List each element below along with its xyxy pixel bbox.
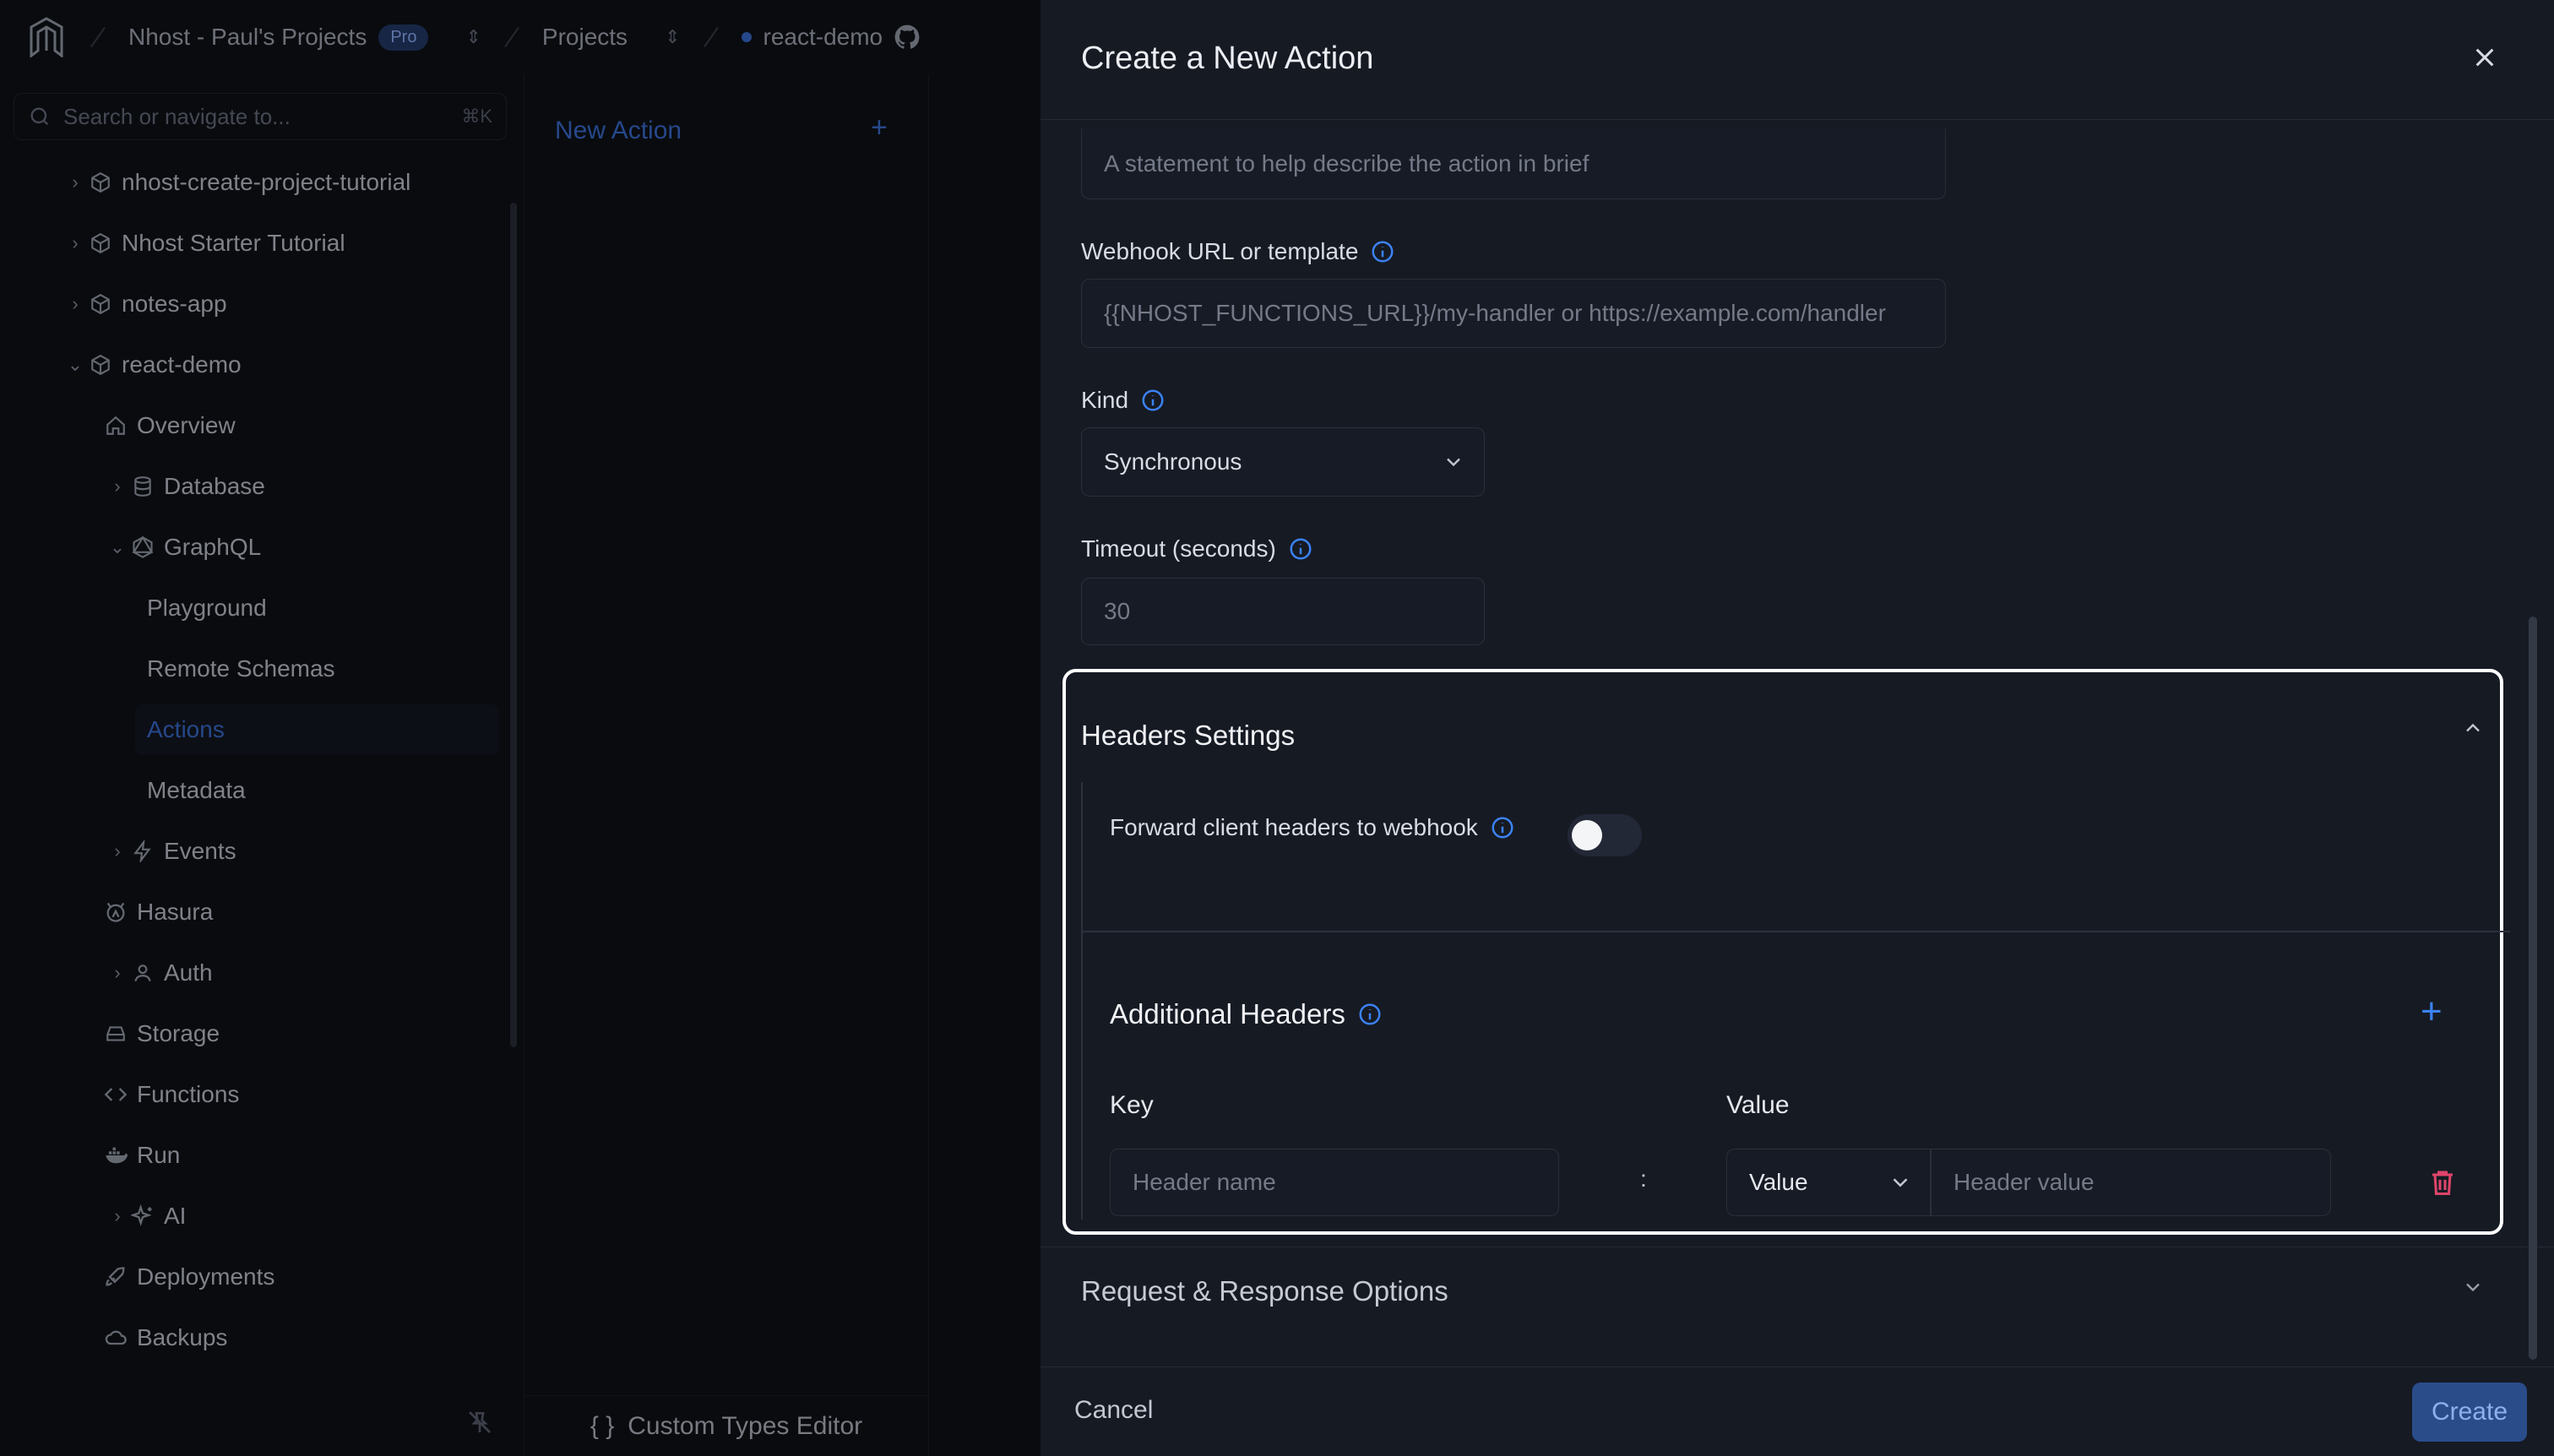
- create-button[interactable]: Create: [2412, 1383, 2527, 1442]
- drawer-header: Create a New Action: [1041, 0, 2554, 120]
- create-action-drawer: Create a New Action A statement to help …: [1041, 0, 2554, 1456]
- chevron-down-icon: [1447, 458, 1460, 467]
- description-input[interactable]: A statement to help describe the action …: [1081, 128, 1946, 199]
- drawer-title: Create a New Action: [1081, 41, 1374, 76]
- key-column-header: Key: [1110, 1091, 1154, 1119]
- cancel-button[interactable]: Cancel: [1074, 1396, 1153, 1425]
- add-header-button[interactable]: +: [2421, 993, 2443, 1030]
- timeout-label: Timeout (seconds): [1081, 535, 1313, 562]
- chevron-down-icon[interactable]: [2461, 1275, 2485, 1306]
- additional-headers-title: Additional Headers: [1110, 998, 1345, 1030]
- webhook-label-text: Webhook URL or template: [1081, 238, 1359, 264]
- section-divider: [1083, 931, 2510, 932]
- trash-icon[interactable]: [2427, 1167, 2458, 1198]
- kind-select[interactable]: Synchronous: [1081, 427, 1485, 497]
- forward-headers-toggle[interactable]: [1568, 814, 1642, 856]
- info-icon[interactable]: [1357, 1002, 1383, 1027]
- info-icon[interactable]: [1288, 536, 1313, 562]
- info-icon[interactable]: [1490, 815, 1515, 840]
- chevron-up-icon[interactable]: [2461, 716, 2485, 747]
- timeout-label-text: Timeout (seconds): [1081, 535, 1276, 562]
- header-value-input[interactable]: Header value: [1931, 1149, 2331, 1216]
- drawer-footer: Cancel Create: [1041, 1366, 2554, 1456]
- forward-headers-text: Forward client headers to webhook: [1110, 814, 1478, 840]
- header-value-type-select[interactable]: Value: [1726, 1149, 1931, 1216]
- webhook-input[interactable]: {{NHOST_FUNCTIONS_URL}}/my-handler or ht…: [1081, 279, 1946, 348]
- forward-headers-label: Forward client headers to webhook: [1110, 814, 1515, 841]
- kind-label: Kind: [1081, 387, 1166, 414]
- value-column-header: Value: [1726, 1091, 1790, 1119]
- key-value-separator: :: [1640, 1165, 1647, 1192]
- kind-value: Synchronous: [1104, 448, 1242, 475]
- info-icon[interactable]: [1370, 239, 1395, 264]
- webhook-label: Webhook URL or template: [1081, 238, 1395, 265]
- toggle-knob: [1572, 820, 1602, 850]
- value-type-label: Value: [1749, 1169, 1808, 1195]
- header-key-input[interactable]: Header name: [1110, 1149, 1559, 1216]
- timeout-input[interactable]: 30: [1081, 578, 1485, 645]
- additional-headers-label: Additional Headers: [1110, 998, 1383, 1030]
- overlay-backdrop[interactable]: [0, 0, 1041, 1456]
- headers-settings-title[interactable]: Headers Settings: [1081, 720, 1295, 752]
- kind-label-text: Kind: [1081, 387, 1129, 413]
- drawer-scrollbar[interactable]: [2529, 617, 2537, 1360]
- info-icon[interactable]: [1140, 388, 1166, 413]
- request-response-options-title[interactable]: Request & Response Options: [1081, 1275, 1448, 1307]
- close-icon[interactable]: [2464, 37, 2505, 78]
- chevron-down-icon: [1893, 1178, 1908, 1187]
- app-background: Nhost - Paul's Projects Pro ⇕ Projects ⇕…: [0, 0, 1041, 1456]
